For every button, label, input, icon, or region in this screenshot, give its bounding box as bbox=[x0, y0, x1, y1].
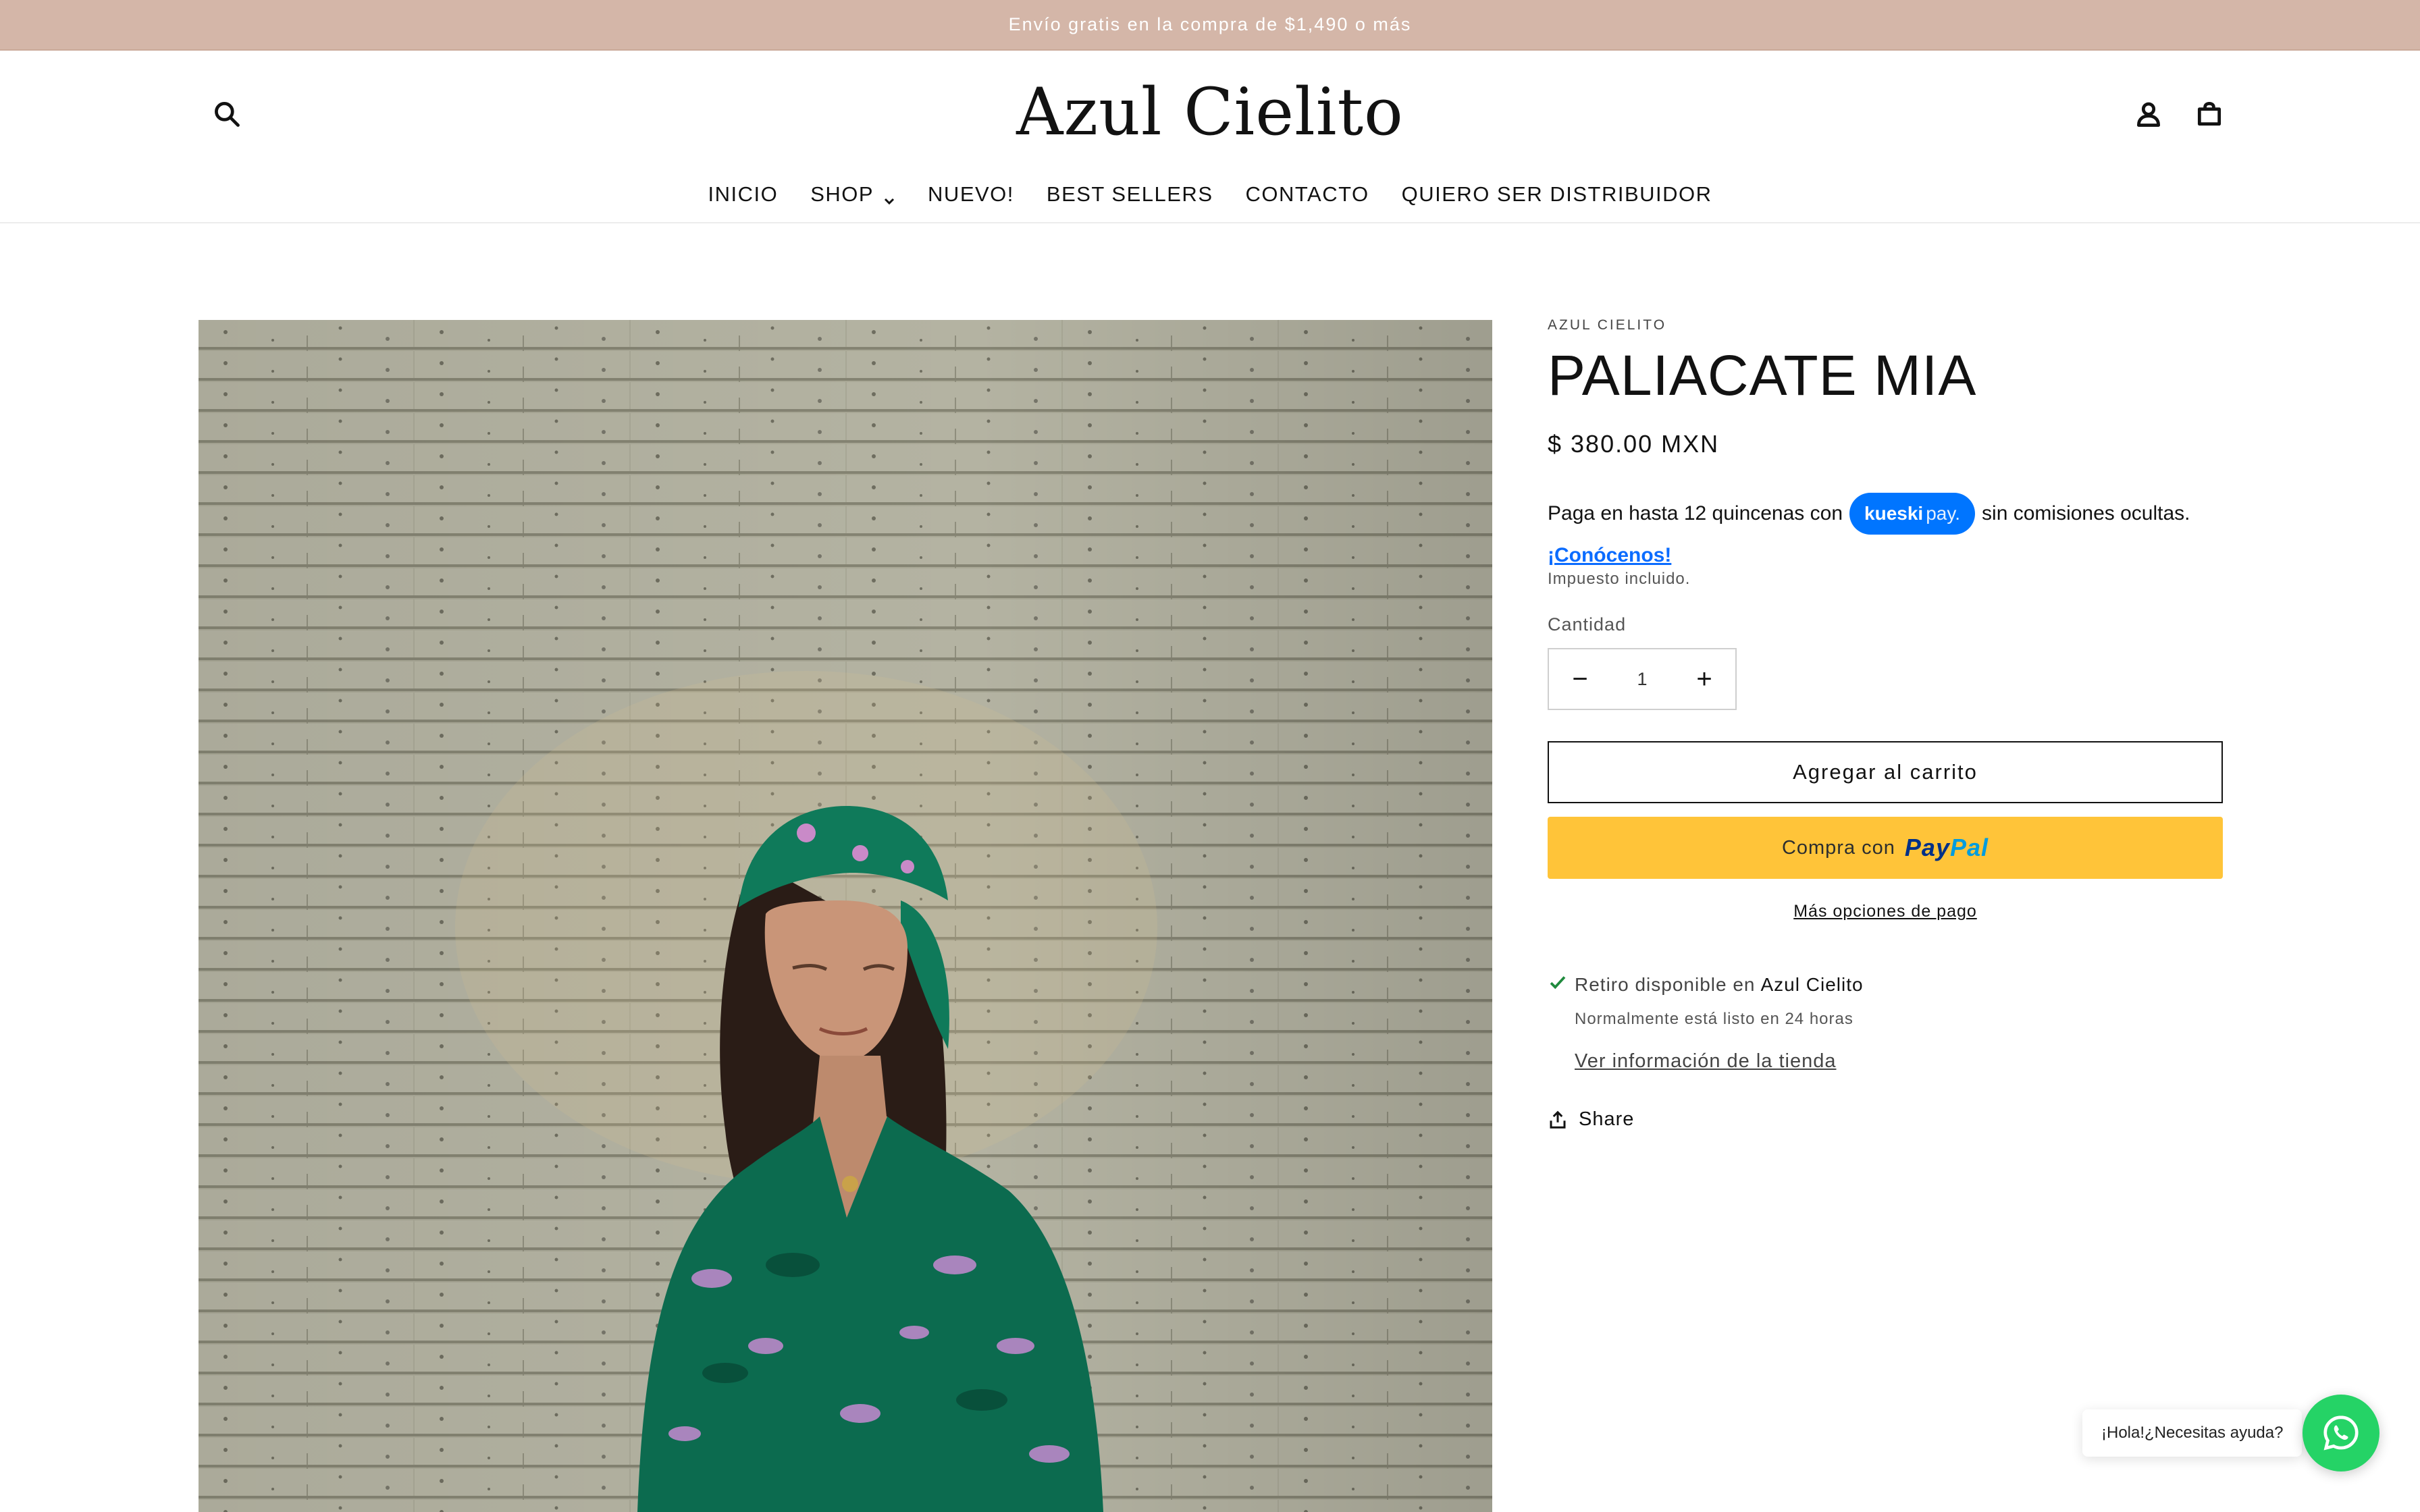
nav-item-label: BEST SELLERS bbox=[1046, 182, 1213, 206]
chevron-down-icon bbox=[883, 188, 895, 205]
quantity-increase-button[interactable]: + bbox=[1673, 649, 1735, 709]
nav-item-label: QUIERO SER DISTRIBUIDOR bbox=[1401, 182, 1712, 206]
paypal-prefix: Compra con bbox=[1781, 836, 1895, 859]
kueski-badge-pay: pay. bbox=[1926, 503, 1961, 524]
whatsapp-button[interactable] bbox=[2303, 1395, 2379, 1472]
quantity-input[interactable] bbox=[1615, 668, 1669, 690]
nav-item-distribuidor[interactable]: QUIERO SER DISTRIBUIDOR bbox=[1402, 178, 1712, 211]
kueski-suffix: sin comisiones ocultas. bbox=[1982, 502, 2190, 524]
product-title: PALIACATE MIA bbox=[1548, 344, 1977, 407]
account-button[interactable] bbox=[2124, 90, 2173, 138]
nav-item-contacto[interactable]: CONTACTO bbox=[1246, 178, 1369, 211]
quantity-decrease-button[interactable]: − bbox=[1549, 649, 1611, 709]
product-image[interactable] bbox=[199, 320, 1492, 1512]
share-icon bbox=[1550, 1110, 1566, 1129]
account-icon bbox=[2136, 102, 2161, 127]
product-vendor: AZUL CIELITO bbox=[1548, 317, 1667, 333]
nav-item-label: CONTACTO bbox=[1245, 182, 1369, 206]
kueski-badge-brand: kueski bbox=[1864, 503, 1924, 524]
product-photo-illustration bbox=[199, 320, 1492, 1512]
pickup-note: Normalmente está listo en 24 horas bbox=[1575, 1010, 1853, 1028]
nav-item-label: INICIO bbox=[708, 182, 779, 206]
quantity-label: Cantidad bbox=[1548, 614, 1627, 634]
kueski-promo: Paga en hasta 12 quincenas con kueski pay… bbox=[1548, 493, 2190, 535]
whatsapp-icon bbox=[2323, 1415, 2359, 1451]
announcement-bar: Envío gratis en la compra de $1,490 o má… bbox=[0, 0, 2420, 51]
main-nav: INICIO SHOP NUEVO! BEST SELLERS CONTACTO… bbox=[0, 178, 2420, 211]
quantity-stepper: − + bbox=[1548, 648, 1737, 710]
site-header: Azul Cielito INICIO SHOP NUEVO! BEST SEL… bbox=[0, 51, 2420, 223]
kueski-pay-badge[interactable]: kueski pay. bbox=[1849, 493, 1976, 535]
product-price: $ 380.00 MXN bbox=[1548, 430, 1720, 458]
paypal-checkout-button[interactable]: Compra con PayPal bbox=[1548, 817, 2223, 879]
nav-item-inicio[interactable]: INICIO bbox=[708, 178, 778, 211]
share-button[interactable]: Share bbox=[1548, 1108, 1634, 1131]
check-icon bbox=[1548, 972, 1575, 997]
nav-item-label: NUEVO! bbox=[928, 182, 1014, 206]
cart-button[interactable] bbox=[2185, 90, 2234, 138]
kueski-learn-more-link[interactable]: ¡Conócenos! bbox=[1548, 544, 1671, 567]
store-info-link[interactable]: Ver información de la tienda bbox=[1575, 1050, 1837, 1073]
more-payment-options-link[interactable]: Más opciones de pago bbox=[1548, 902, 2223, 921]
product-info: AZUL CIELITO PALIACATE MIA $ 380.00 MXN … bbox=[1548, 317, 2223, 1130]
tax-note: Impuesto incluido. bbox=[1548, 570, 1691, 588]
nav-item-shop[interactable]: SHOP bbox=[810, 178, 895, 211]
paypal-logo: PayPal bbox=[1904, 834, 1989, 861]
nav-item-label: SHOP bbox=[810, 182, 874, 206]
cart-icon bbox=[2197, 102, 2221, 126]
add-to-cart-button[interactable]: Agregar al carrito bbox=[1548, 741, 2223, 803]
search-button[interactable] bbox=[203, 90, 251, 138]
search-icon bbox=[215, 102, 240, 127]
whatsapp-help-bubble[interactable]: ¡Hola!¿Necesitas ayuda? bbox=[2082, 1409, 2303, 1457]
pickup-availability: Retiro disponible en Azul Cielito bbox=[1548, 972, 1864, 997]
nav-item-best-sellers[interactable]: BEST SELLERS bbox=[1047, 178, 1213, 211]
announcement-text: Envío gratis en la compra de $1,490 o má… bbox=[1008, 14, 1412, 34]
share-label: Share bbox=[1579, 1108, 1635, 1130]
site-logo[interactable]: Azul Cielito bbox=[940, 68, 1480, 156]
pickup-store: Azul Cielito bbox=[1760, 973, 1864, 995]
pickup-text: Retiro disponible en bbox=[1575, 973, 1756, 995]
nav-item-nuevo[interactable]: NUEVO! bbox=[928, 178, 1014, 211]
kueski-prefix: Paga en hasta 12 quincenas con bbox=[1548, 502, 1843, 524]
